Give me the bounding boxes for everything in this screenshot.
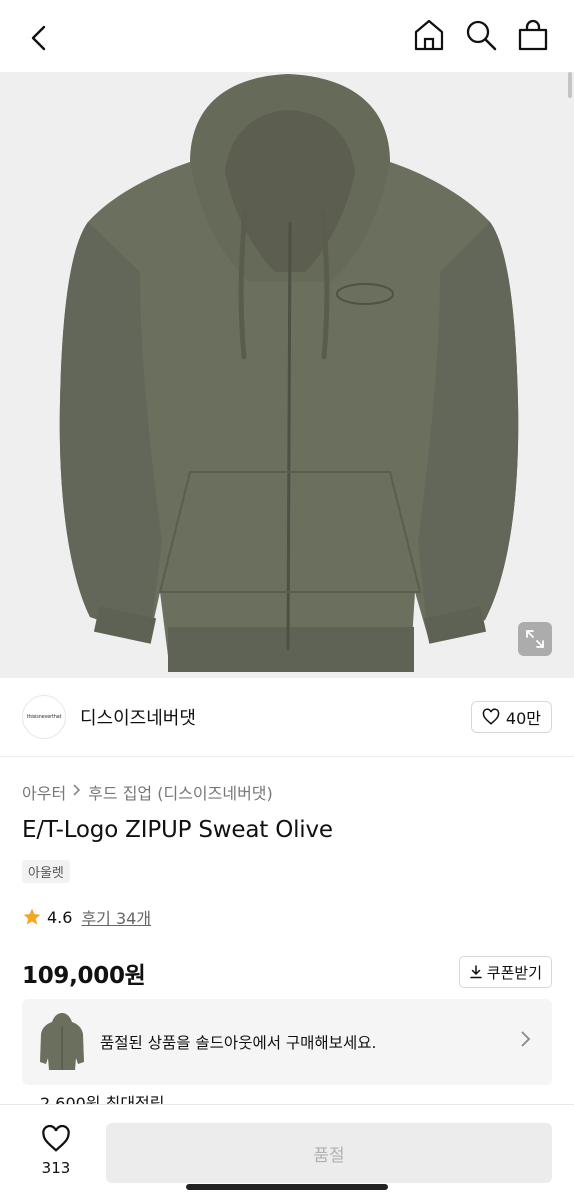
chevron-right-icon — [72, 783, 82, 801]
coupon-label: 쿠폰받기 — [486, 963, 542, 982]
top-bar — [0, 0, 574, 72]
soldout-notice-text: 품절된 상품을 솔드아웃에서 구매해보세요. — [100, 1034, 377, 1052]
price: 109,000원 — [22, 963, 146, 989]
outlet-badge: 아울렛 — [22, 860, 70, 883]
soldout-notice[interactable]: 품절된 상품을 솔드아웃에서 구매해보세요. — [22, 999, 552, 1085]
home-indicator — [186, 1184, 388, 1190]
product-title: E/T-Logo ZIPUP Sweat Olive — [22, 817, 333, 843]
brand-name[interactable]: 디스이즈네버댓 — [80, 704, 196, 730]
hoodie-image — [59, 74, 519, 672]
star-icon — [23, 908, 41, 925]
review-link[interactable]: 후기 34개 — [81, 905, 151, 929]
coupon-button[interactable]: 쿠폰받기 — [458, 956, 552, 988]
shopping-bag-icon[interactable] — [516, 18, 550, 52]
brand-like-button[interactable]: 40만 — [470, 701, 552, 733]
hoodie-thumbnail — [40, 1013, 84, 1070]
breadcrumb-outer[interactable]: 아우터 — [22, 780, 66, 804]
brand-like-count: 40만 — [505, 709, 541, 728]
breadcrumb: 아우터 후드 집업 (디스이즈네버댓) — [22, 780, 273, 804]
back-chevron-left-icon[interactable] — [22, 20, 58, 56]
divider — [0, 756, 574, 757]
rating: 4.6 후기 34개 — [22, 905, 151, 929]
expand-icon[interactable] — [518, 622, 552, 656]
soldout-button[interactable]: 품절 — [106, 1123, 552, 1183]
heart-icon — [42, 1124, 70, 1152]
download-icon — [470, 965, 482, 979]
brand-row[interactable]: thisisneverthat 디스이즈네버댓 40만 — [22, 694, 552, 740]
wish-count: 313 — [41, 1159, 71, 1177]
chevron-right-icon — [520, 1029, 532, 1053]
breadcrumb-category[interactable]: 후드 집업 (디스이즈네버댓) — [88, 780, 273, 804]
brand-logo-text: thisisneverthat — [26, 714, 62, 720]
rating-score: 4.6 — [47, 907, 73, 927]
heart-icon — [482, 708, 500, 725]
brand-logo[interactable]: thisisneverthat — [22, 695, 66, 739]
wish-button[interactable]: 313 — [30, 1124, 82, 1177]
page-scrollbar[interactable] — [568, 72, 572, 98]
product-image[interactable] — [0, 72, 574, 678]
search-icon[interactable] — [464, 18, 498, 52]
home-icon[interactable] — [412, 18, 446, 52]
